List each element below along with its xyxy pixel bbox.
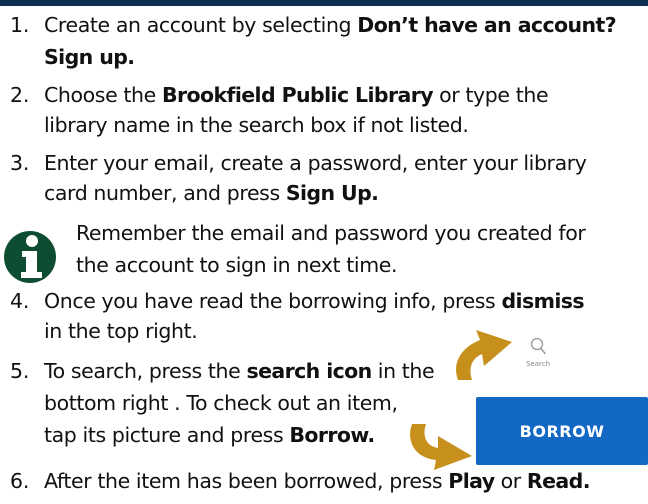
info-icon — [4, 231, 56, 283]
library-name-text: Brookfield Public Library — [161, 83, 434, 107]
step-2-line-2: library name in the search box if not li… — [44, 113, 469, 137]
step-1-line-1: Create an account by selecting Don’t hav… — [44, 13, 617, 37]
search-widget[interactable]: Search — [517, 336, 559, 380]
borrow-text: Borrow. — [289, 423, 375, 447]
step-5-line-2: bottom right . To check out an item, — [44, 391, 398, 415]
step-1-line-2: Sign up. — [44, 42, 135, 72]
step-5-number: 5. — [10, 359, 30, 383]
note-line-1: Remember the email and password you crea… — [76, 221, 586, 245]
step-2-line-1: Choose the Brookfield Public Library or … — [44, 83, 549, 107]
step-2-number: 2. — [10, 83, 30, 107]
search-caption: Search — [525, 360, 551, 368]
curved-arrow-icon — [410, 424, 472, 470]
sign-up-text: Sign up. — [44, 45, 135, 69]
step-3-number: 3. — [10, 151, 30, 175]
borrow-button[interactable]: BORROW — [476, 397, 648, 465]
instructions-page: 1. Create an account by selecting Don’t … — [0, 0, 648, 504]
sign-up-button-text: Sign Up. — [285, 181, 379, 205]
curved-arrow-icon — [456, 330, 512, 380]
step-3-line-2: card number, and press Sign Up. — [44, 181, 379, 205]
dont-have-account-link-text: Don’t have an account? — [357, 13, 616, 37]
note-line-2: the account to sign in next time. — [76, 253, 398, 277]
search-icon-text: search icon — [246, 359, 372, 383]
header-bar — [0, 0, 648, 6]
read-text: Read. — [526, 469, 591, 493]
step-5-line-3: tap its picture and press Borrow. — [44, 423, 375, 447]
dismiss-text: dismiss — [501, 289, 584, 313]
step-6-line-1: After the item has been borrowed, press … — [44, 469, 591, 493]
step-4-line-1: Once you have read the borrowing info, p… — [44, 289, 585, 313]
step-4-line-2: in the top right. — [44, 319, 198, 343]
magnifier-icon — [530, 337, 546, 355]
step-6-number: 6. — [10, 469, 30, 493]
step-1-number: 1. — [10, 13, 30, 37]
step-4-number: 4. — [10, 289, 30, 313]
step-3-line-1: Enter your email, create a password, ent… — [44, 151, 587, 175]
step-5-line-1: To search, press the search icon in the — [44, 359, 435, 383]
